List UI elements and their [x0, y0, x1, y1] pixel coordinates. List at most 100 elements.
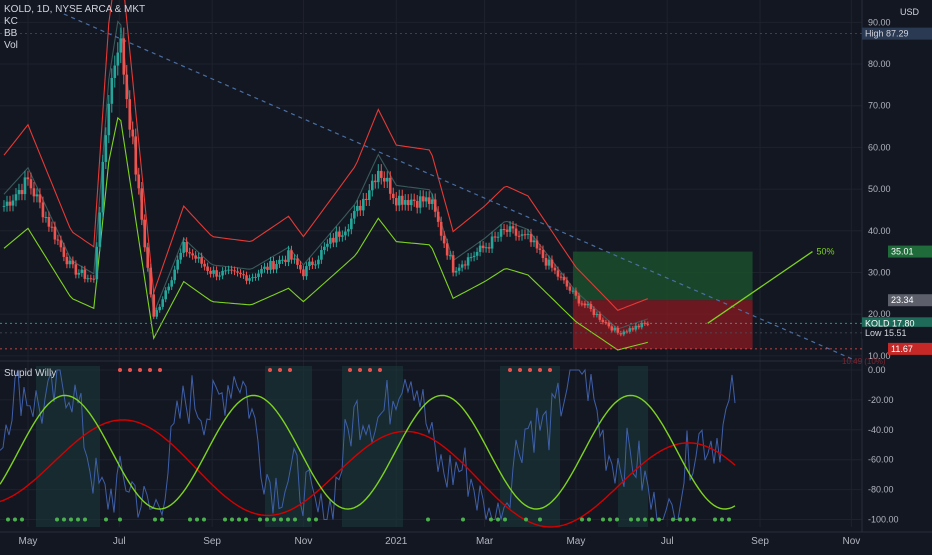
candle-body	[574, 290, 578, 296]
candle-body	[215, 270, 218, 277]
candle-body	[263, 266, 266, 269]
candle-body	[547, 259, 551, 266]
candle-body	[376, 170, 380, 183]
candle-body	[233, 270, 236, 272]
x-tick-label: Nov	[842, 536, 860, 547]
osc-highlight-zone	[36, 366, 100, 527]
candle-body	[338, 231, 341, 237]
candle-body	[56, 239, 60, 241]
osc-bottom-dot	[727, 517, 731, 522]
y-tick-label: 60.00	[868, 142, 891, 152]
candle-body	[616, 327, 620, 333]
candle-body	[185, 241, 188, 253]
badge-gray: 23.34	[891, 295, 914, 305]
chart-stage[interactable]: 90.00 80.00 70.00 60.00 50.00 40.00 30.00 20.00…	[0, 0, 932, 550]
candle-body	[356, 205, 359, 211]
chart-canvas[interactable]: 90.0080.0070.0060.0050.0040.0030.0020.00…	[0, 0, 932, 550]
candle-body	[391, 193, 395, 199]
candle-body	[634, 325, 638, 330]
indicator-bb[interactable]: BB	[4, 28, 145, 40]
osc-bottom-dot	[244, 517, 248, 522]
candle-body	[571, 290, 575, 292]
subpanel-title[interactable]: Stupid Willy	[4, 368, 56, 380]
candle-body	[95, 246, 99, 280]
candle-body	[35, 194, 39, 197]
candle-body	[553, 267, 557, 271]
osc-top-dot	[118, 367, 122, 372]
osc-top-dot	[538, 367, 542, 372]
osc-bottom-dot	[538, 517, 542, 522]
osc-bottom-dot	[118, 517, 122, 522]
candle-body	[140, 188, 144, 220]
candle-body	[239, 272, 242, 275]
candle-body	[158, 306, 162, 311]
candle-body	[308, 261, 311, 267]
candle-body	[646, 323, 650, 325]
x-tick-label: May	[566, 536, 585, 547]
candle-body	[137, 174, 141, 189]
candle-body	[41, 202, 45, 218]
candle-body	[128, 99, 132, 130]
candle-body	[368, 190, 371, 201]
candle-body	[32, 188, 36, 197]
candle-body	[562, 276, 566, 281]
candle-body	[550, 259, 554, 268]
osc-bottom-dot	[153, 517, 157, 522]
candle-body	[427, 197, 431, 204]
candle-body	[565, 280, 569, 287]
candle-body	[460, 264, 464, 268]
candle-body	[577, 295, 581, 304]
candle-body	[347, 229, 350, 232]
candle-body	[448, 255, 452, 257]
indicator-kc[interactable]: KC	[4, 16, 145, 28]
candle-body	[598, 314, 602, 320]
osc-bottom-dot	[692, 517, 696, 522]
candle-body	[341, 235, 344, 237]
x-tick-label: Mar	[476, 536, 494, 547]
candle-body	[161, 299, 164, 307]
candle-body	[418, 196, 422, 208]
candle-body	[20, 190, 24, 195]
osc-bottom-dot	[62, 517, 66, 522]
candle-body	[520, 234, 524, 236]
candle-body	[397, 195, 401, 206]
candle-body	[302, 269, 305, 277]
candle-body	[14, 194, 18, 201]
candle-body	[200, 256, 203, 264]
candle-body	[362, 198, 365, 211]
candle-body	[272, 260, 275, 270]
candle-body	[98, 212, 102, 247]
candle-body	[170, 280, 173, 287]
candle-body	[248, 278, 251, 281]
osc-top-dot	[518, 367, 522, 372]
candle-body	[481, 245, 485, 249]
candle-body	[523, 234, 527, 236]
candle-body	[335, 231, 338, 243]
candle-body	[371, 180, 374, 191]
candle-body	[445, 243, 449, 256]
candle-body	[146, 247, 150, 268]
candle-body	[59, 240, 63, 248]
osc-highlight-zone	[618, 366, 648, 527]
candle-body	[424, 197, 428, 202]
candle-body	[23, 177, 27, 195]
candle-body	[281, 259, 284, 261]
candle-body	[47, 216, 51, 227]
candle-body	[517, 235, 521, 237]
candle-body	[50, 226, 54, 228]
y-tick-label: 90.00	[868, 17, 891, 27]
candle-body	[628, 328, 632, 332]
osc-top-dot	[278, 367, 282, 372]
osc-bottom-dot	[69, 517, 73, 522]
candle-body	[323, 246, 326, 251]
candle-body	[77, 273, 81, 275]
candle-body	[350, 218, 353, 230]
indicator-vol[interactable]: Vol	[4, 40, 145, 52]
candle-body	[227, 269, 230, 271]
candle-body	[442, 235, 446, 244]
y-tick-label: 40.00	[868, 226, 891, 236]
osc-bottom-dot	[13, 517, 17, 522]
candle-body	[631, 328, 635, 330]
x-tick-label: Nov	[295, 536, 313, 547]
osc-bottom-dot	[601, 517, 605, 522]
